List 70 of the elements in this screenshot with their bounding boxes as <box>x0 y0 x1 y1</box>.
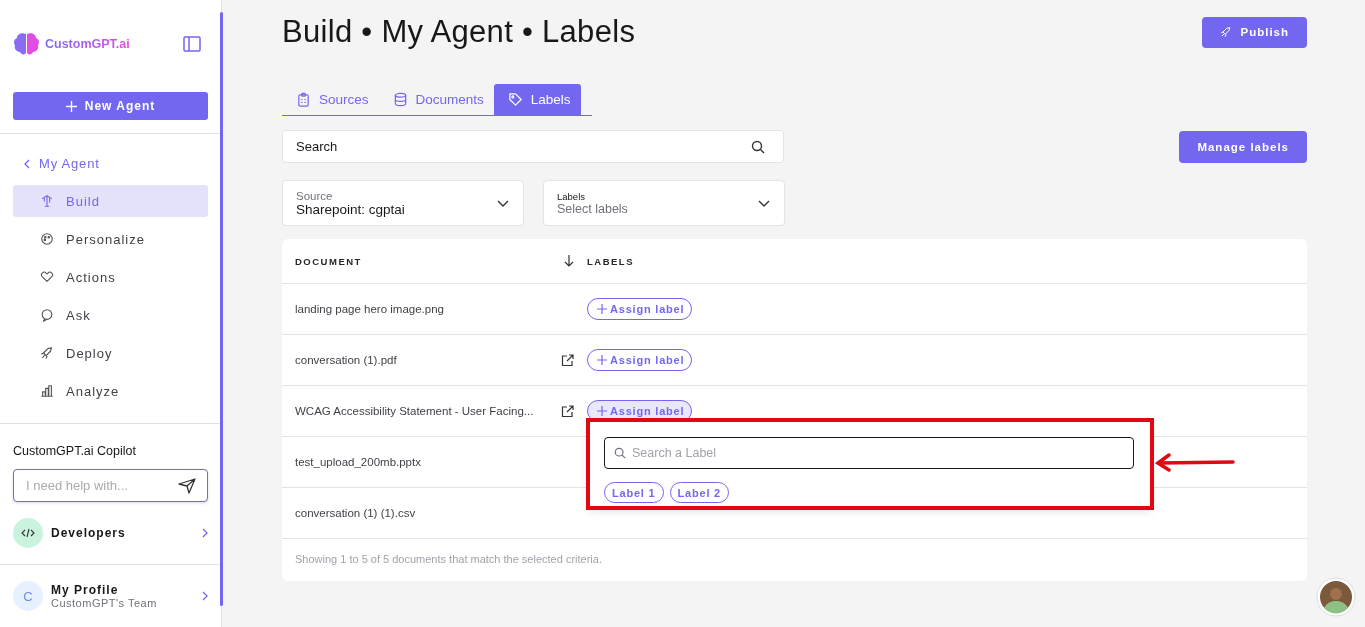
rocket-icon <box>40 346 54 360</box>
column-header: DOCUMENT <box>295 255 362 267</box>
plus-icon <box>597 355 607 365</box>
dropdown-value: Sharepoint: cgptai <box>296 201 405 217</box>
label-chip[interactable]: Label 2 <box>669 482 730 503</box>
chat-icon <box>40 308 54 322</box>
rocket-icon <box>1220 26 1233 38</box>
publish-button[interactable]: Publish <box>1202 16 1307 48</box>
database-icon <box>392 92 408 107</box>
search-icon <box>614 447 626 459</box>
tab[interactable]: Labels <box>493 84 581 115</box>
sort-arrow-icon[interactable] <box>564 255 574 267</box>
page-title: Build • My Agent • Labels <box>282 14 636 50</box>
copilot-title: CustomGPT.ai Copilot <box>12 443 137 458</box>
search-field[interactable]: Search <box>282 130 784 163</box>
document-name: landing page hero image.png <box>295 303 444 315</box>
chevron-down-icon <box>758 199 770 207</box>
plus-icon <box>65 100 77 112</box>
search-icon <box>751 140 765 154</box>
tab[interactable]: Sources <box>282 84 379 115</box>
code-icon <box>13 518 43 548</box>
chevron-down-icon <box>497 199 509 207</box>
document-name: conversation (1) (1).csv <box>295 507 416 519</box>
document-name: conversation (1).pdf <box>295 354 397 366</box>
plus-icon <box>597 406 607 416</box>
clipboard-icon <box>296 92 311 107</box>
chevron-right-icon[interactable] <box>202 528 208 538</box>
copilot-input[interactable]: I need help with... <box>13 469 208 502</box>
label-chip[interactable]: Label 1 <box>604 482 664 503</box>
assign-label-button[interactable]: Assign label <box>587 349 693 371</box>
bar-chart-icon <box>40 384 54 398</box>
nav-item[interactable]: Deploy <box>13 337 208 369</box>
filter-dropdown[interactable]: Source Sharepoint: cgptai <box>282 180 524 226</box>
heart-icon <box>40 270 54 284</box>
dropdown-placeholder: Select labels <box>557 201 628 216</box>
chevron-right-icon[interactable] <box>202 591 208 601</box>
manage-labels-button[interactable]: Manage labels <box>1179 130 1307 163</box>
document-name: test_upload_200mb.pptx <box>295 456 421 468</box>
tab[interactable]: Documents <box>378 84 494 115</box>
tag-icon <box>507 92 523 107</box>
external-link-icon[interactable] <box>561 353 574 367</box>
nav-item[interactable]: Personalize <box>13 223 208 255</box>
profile-avatar: C <box>13 581 43 611</box>
results-summary: Showing 1 to 5 of 5 documents that match the selected criteria. <box>295 553 602 565</box>
signpost-icon <box>40 194 54 208</box>
nav-item[interactable]: Ask <box>13 299 208 331</box>
label-search-field[interactable]: Search a Label <box>604 437 1134 469</box>
scrollbar[interactable] <box>220 12 223 606</box>
developers-link[interactable]: Developers <box>51 526 194 540</box>
chevron-left-icon[interactable] <box>24 158 30 169</box>
team-name: CustomGPT's Team <box>51 597 158 609</box>
external-link-icon[interactable] <box>561 404 574 418</box>
nav-item[interactable]: Build <box>13 185 208 217</box>
filter-dropdown[interactable]: Labels Select labels <box>543 180 785 226</box>
chat-avatar-icon[interactable] <box>1316 577 1356 617</box>
profile-name[interactable]: My Profile <box>51 583 194 597</box>
agent-back-link[interactable]: My Agent <box>39 156 100 171</box>
sidebar-toggle-icon[interactable] <box>183 36 201 53</box>
column-header: LABELS <box>587 255 634 267</box>
new-agent-button[interactable]: New Agent <box>13 92 208 120</box>
nav-item[interactable]: Actions <box>13 261 208 293</box>
nav-item[interactable]: Analyze <box>13 375 208 407</box>
palette-icon <box>40 232 54 246</box>
brain-logo-icon <box>13 32 40 57</box>
dropdown-label: Source <box>296 189 334 202</box>
dropdown-label: Labels <box>557 190 586 202</box>
send-icon[interactable] <box>178 478 196 494</box>
assign-label-button[interactable]: Assign label <box>587 298 693 320</box>
document-name: WCAG Accessibility Statement - User Facing... <box>295 405 534 417</box>
plus-icon <box>597 304 607 314</box>
